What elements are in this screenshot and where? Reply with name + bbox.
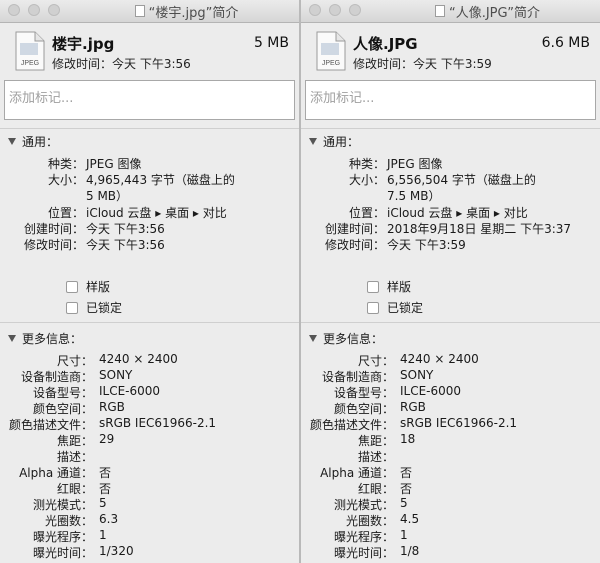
file-icon-label: JPEG — [322, 60, 340, 67]
meta-row: 焦距： 29 — [56, 432, 115, 448]
info-row-kind: 种类： JPEG 图像 — [47, 157, 142, 171]
disclosure-triangle-icon[interactable] — [309, 335, 317, 342]
checkbox-box[interactable] — [367, 281, 379, 293]
modified-summary: 修改时间：今天 下午3:56 — [52, 57, 191, 71]
meta-row: 颜色空间： RGB — [32, 400, 125, 416]
file-name: 人像.JPG — [353, 35, 418, 53]
minimize-button[interactable] — [28, 4, 40, 16]
info-row-size: 大小： 4,965,443 字节（磁盘上的 — [47, 173, 235, 187]
meta-row: 曝光时间： 1/320 — [32, 544, 134, 560]
file-size: 6.6 MB — [541, 35, 590, 51]
file-name: 楼宇.jpg — [52, 35, 115, 53]
info-row-size: 大小： 6,556,504 字节（磁盘上的 — [348, 173, 536, 187]
disclosure-triangle-icon[interactable] — [8, 335, 16, 342]
section-general-header[interactable]: 通用： — [8, 133, 58, 150]
section-general-header[interactable]: 通用： — [309, 133, 359, 150]
meta-row: 曝光程序： 1 — [333, 528, 408, 544]
section-more-info-header[interactable]: 更多信息： — [309, 330, 383, 347]
info-row-where: 位置： iCloud 云盘 ▸ 桌面 ▸ 对比 — [47, 206, 227, 220]
section-title: 更多信息： — [323, 332, 384, 346]
locked-checkbox[interactable]: 已锁定 — [367, 299, 423, 316]
meta-row: 光圈数： 4.5 — [345, 512, 420, 528]
meta-row: 描述： — [56, 450, 93, 464]
title-bar[interactable]: “人像.JPG”简介 — [301, 0, 600, 23]
meta-row: 描述： — [357, 450, 394, 464]
meta-row: 测光模式： 5 — [333, 496, 408, 512]
info-window-left: “楼宇.jpg”简介 JPEG 楼宇.jpg 5 MB 修改时间：今天 下午3:… — [0, 0, 299, 563]
info-row-created: 创建时间： 2018年9月18日 星期二 下午3:37 — [324, 222, 572, 236]
meta-row: 设备型号： ILCE-6000 — [32, 384, 161, 400]
meta-row: 红眼：否 — [357, 482, 413, 496]
stationery-checkbox[interactable]: 样版 — [367, 278, 411, 295]
meta-row: 测光模式： 5 — [32, 496, 107, 512]
locked-checkbox[interactable]: 已锁定 — [66, 299, 122, 316]
meta-row: 尺寸： 4240 × 2400 — [357, 352, 479, 368]
divider — [0, 322, 299, 323]
window-title: “楼宇.jpg”简介 — [148, 5, 239, 21]
info-row-created: 创建时间： 今天 下午3:56 — [23, 222, 165, 236]
file-size: 5 MB — [253, 35, 289, 51]
checkbox-box[interactable] — [66, 302, 78, 314]
tags-field[interactable]: 添加标记... — [4, 80, 295, 120]
info-row-modified: 修改时间： 今天 下午3:56 — [23, 238, 165, 252]
zoom-button[interactable] — [349, 4, 361, 16]
checkbox-box[interactable] — [66, 281, 78, 293]
checkbox-box[interactable] — [367, 302, 379, 314]
close-button[interactable] — [8, 4, 20, 16]
disclosure-triangle-icon[interactable] — [8, 138, 16, 145]
meta-row: 焦距： 18 — [357, 432, 416, 448]
meta-row: 颜色描述文件： sRGB IEC61966-2.1 — [309, 416, 518, 432]
meta-row: 光圈数： 6.3 — [44, 512, 119, 528]
meta-row: 曝光程序： 1 — [32, 528, 107, 544]
info-row-where: 位置： iCloud 云盘 ▸ 桌面 ▸ 对比 — [348, 206, 528, 220]
modified-summary: 修改时间：今天 下午3:59 — [353, 57, 492, 71]
window-title: “人像.JPG”简介 — [448, 5, 541, 21]
disclosure-triangle-icon[interactable] — [309, 138, 317, 145]
meta-row: 设备型号： ILCE-6000 — [333, 384, 462, 400]
info-row-size-cont: 7.5 MB） — [387, 189, 441, 203]
divider — [0, 128, 299, 129]
section-title: 更多信息： — [22, 332, 83, 346]
meta-row: 颜色空间： RGB — [333, 400, 426, 416]
divider — [301, 322, 600, 323]
meta-row: 曝光时间： 1/8 — [333, 544, 420, 560]
info-row-size-cont: 5 MB） — [86, 189, 129, 203]
document-icon — [134, 5, 145, 17]
meta-row: 颜色描述文件： sRGB IEC61966-2.1 — [8, 416, 217, 432]
section-title: 通用： — [323, 135, 360, 149]
document-icon — [434, 5, 445, 17]
minimize-button[interactable] — [329, 4, 341, 16]
jpeg-file-icon: JPEG — [316, 31, 346, 71]
meta-row: 尺寸： 4240 × 2400 — [56, 352, 178, 368]
close-button[interactable] — [309, 4, 321, 16]
file-header: JPEG 楼宇.jpg 5 MB 修改时间：今天 下午3:56 — [0, 23, 299, 77]
info-row-kind: 种类： JPEG 图像 — [348, 157, 443, 171]
title-bar[interactable]: “楼宇.jpg”简介 — [0, 0, 299, 23]
file-icon-label: JPEG — [21, 60, 39, 67]
section-title: 通用： — [22, 135, 59, 149]
tags-field[interactable]: 添加标记... — [305, 80, 596, 120]
stationery-checkbox[interactable]: 样版 — [66, 278, 110, 295]
meta-row: 设备制造商： SONY — [321, 368, 434, 384]
info-row-modified: 修改时间： 今天 下午3:59 — [324, 238, 466, 252]
file-header: JPEG 人像.JPG 6.6 MB 修改时间：今天 下午3:59 — [301, 23, 600, 77]
divider — [301, 128, 600, 129]
meta-row: Alpha 通道：否 — [320, 466, 413, 480]
meta-row: Alpha 通道：否 — [19, 466, 112, 480]
section-more-info-header[interactable]: 更多信息： — [8, 330, 82, 347]
jpeg-file-icon: JPEG — [15, 31, 45, 71]
info-window-right: “人像.JPG”简介 JPEG 人像.JPG 6.6 MB 修改时间：今天 下午… — [301, 0, 600, 563]
meta-row: 设备制造商： SONY — [20, 368, 133, 384]
zoom-button[interactable] — [48, 4, 60, 16]
meta-row: 红眼：否 — [56, 482, 112, 496]
